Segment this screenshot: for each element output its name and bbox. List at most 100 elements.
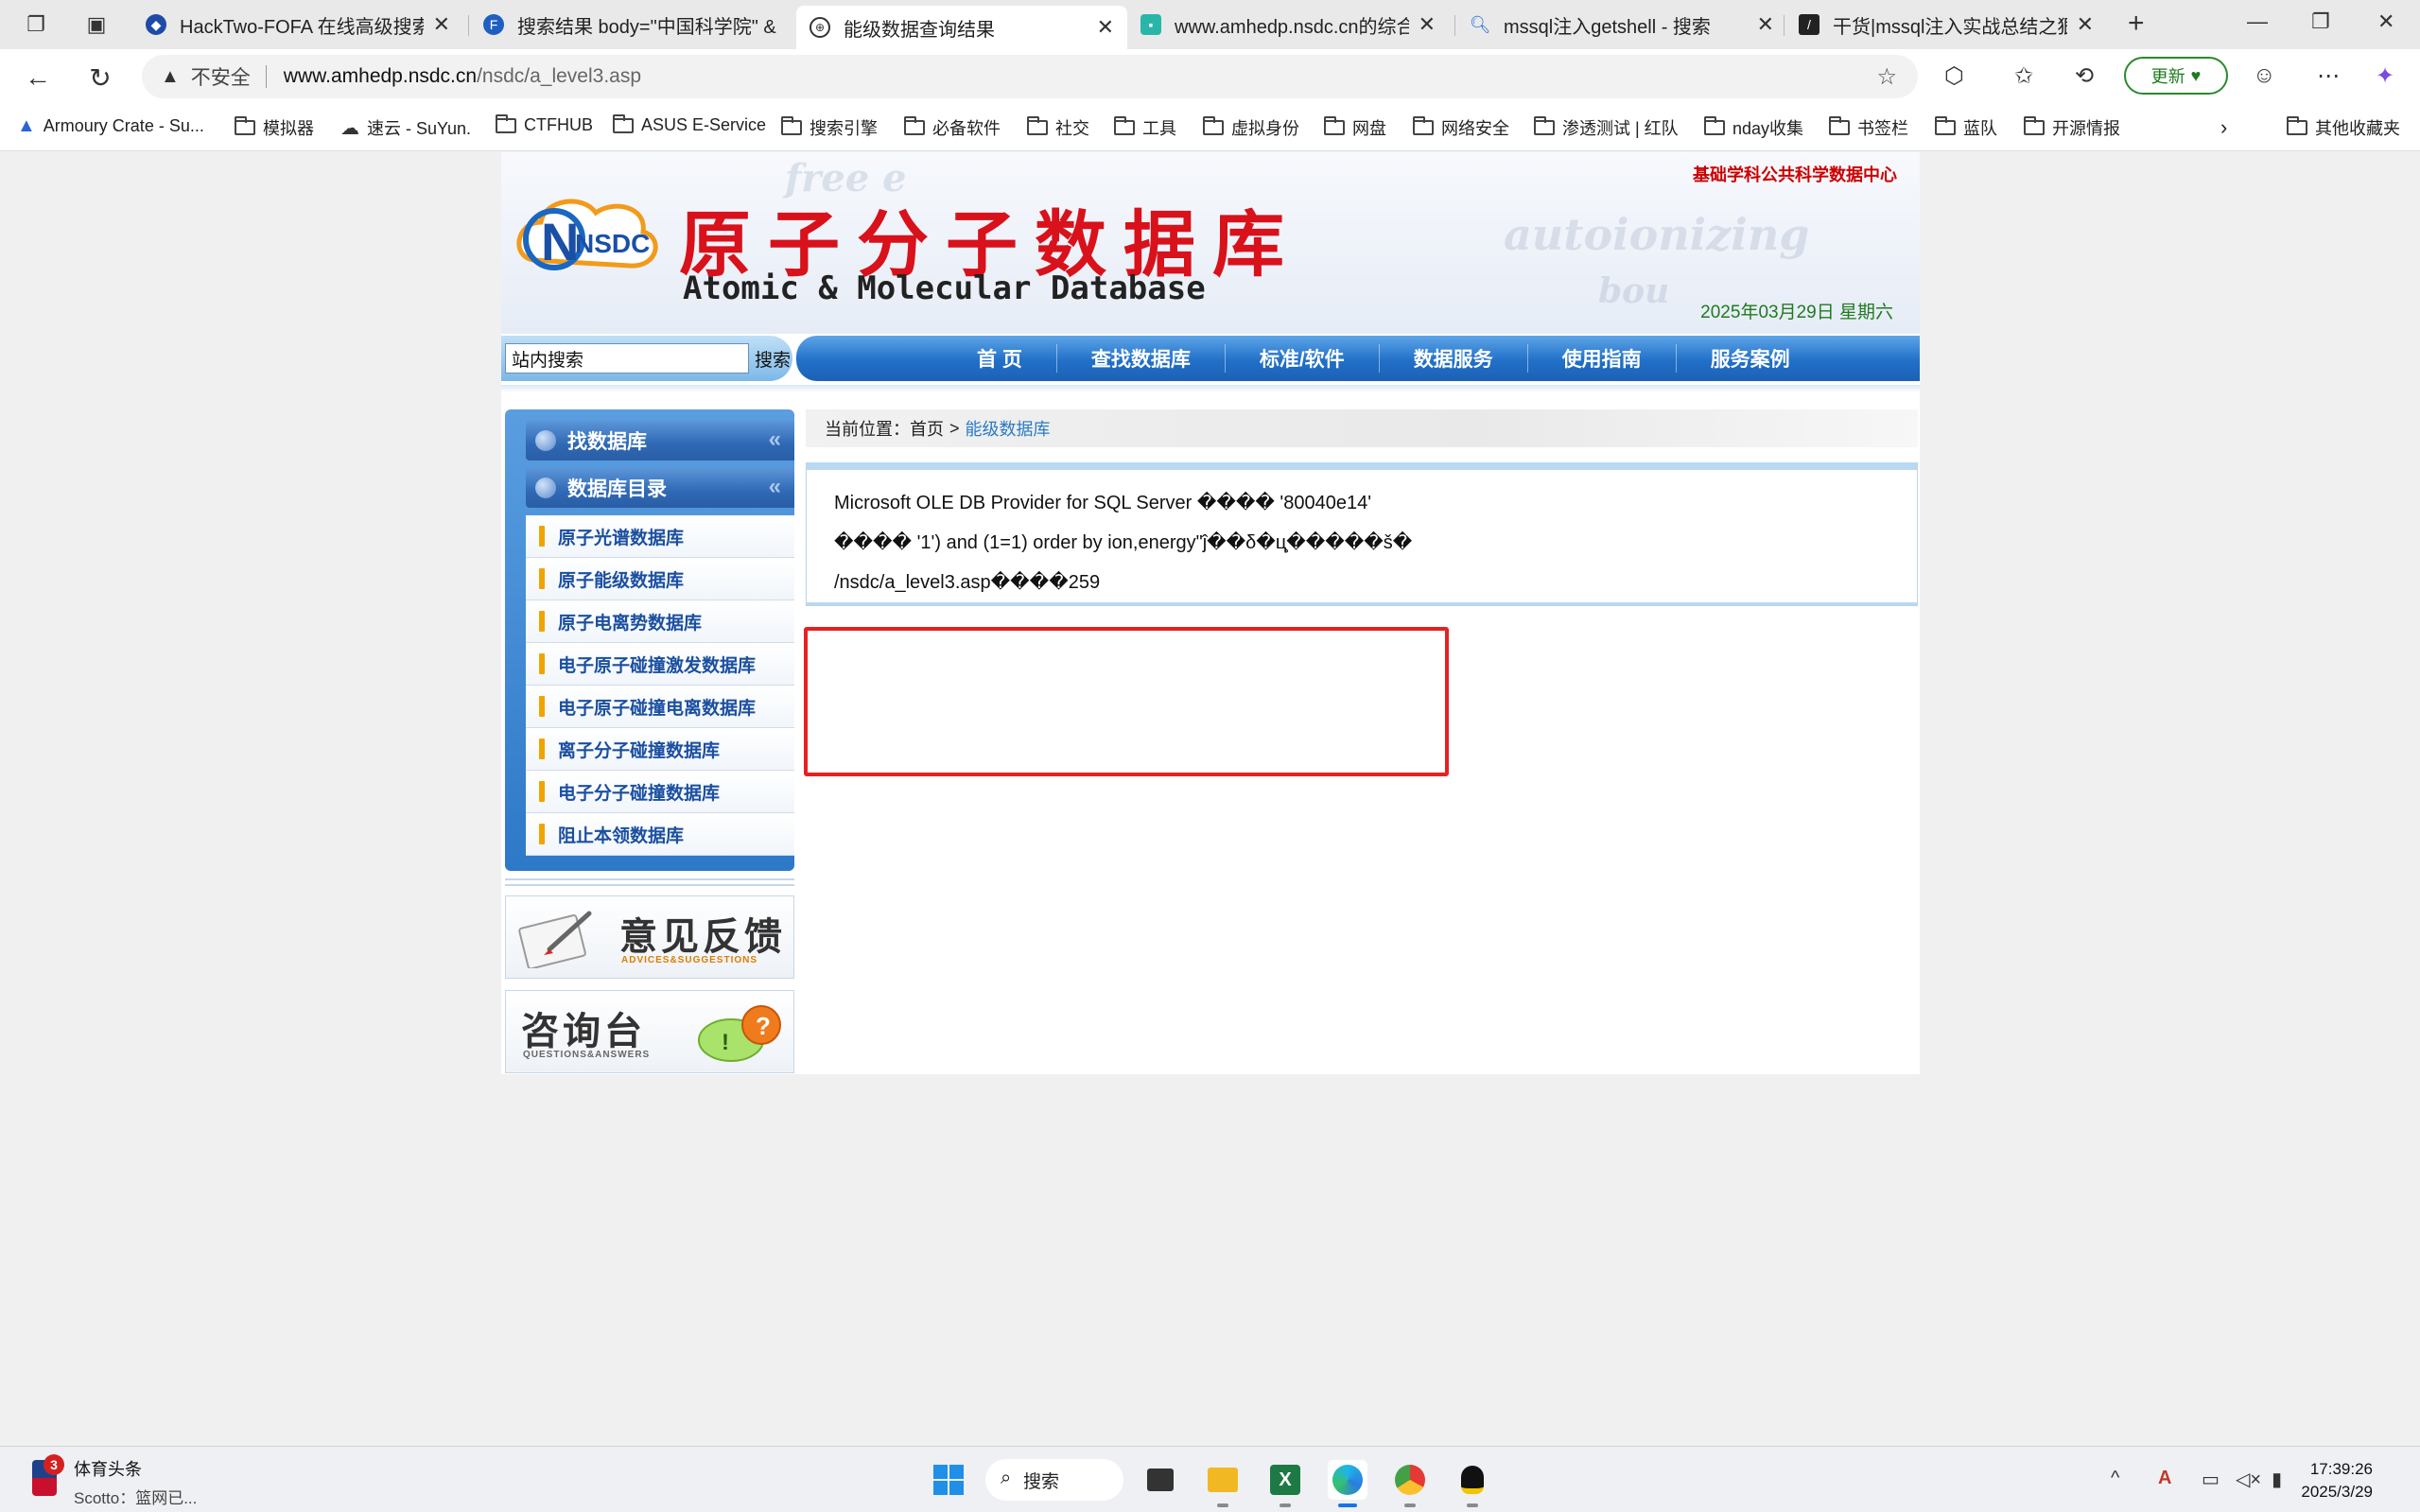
nav-data-services[interactable]: 数据服务: [1380, 344, 1528, 373]
sidebar-item-atomic-levels[interactable]: 原子能级数据库: [526, 558, 794, 600]
site-search-input[interactable]: [505, 343, 749, 374]
update-button[interactable]: 更新 ♥: [2124, 57, 2228, 95]
taskbar-explorer[interactable]: [1203, 1460, 1243, 1507]
sidebar-find-db[interactable]: 找数据库 «: [526, 421, 794, 461]
close-tab-icon[interactable]: ✕: [1757, 12, 1774, 37]
minimize-button[interactable]: —: [2247, 9, 2268, 34]
restore-button[interactable]: ❐: [2311, 9, 2330, 34]
bookmark-folder[interactable]: 渗透测试 | 红队: [1534, 115, 1679, 140]
red-highlight-box: [804, 627, 1449, 776]
folder-icon: [1208, 1468, 1238, 1492]
bookmark-folder[interactable]: 网络安全: [1413, 115, 1509, 140]
copilot-face-icon[interactable]: ☺: [2253, 62, 2276, 89]
bookmark-armoury[interactable]: ▲ Armoury Crate - Su...: [17, 115, 204, 137]
close-tab-icon[interactable]: ✕: [1097, 15, 1114, 40]
bookmark-folder[interactable]: 模拟器: [235, 115, 314, 140]
close-tab-icon[interactable]: ✕: [433, 12, 450, 37]
back-button[interactable]: ←: [19, 59, 57, 96]
network-icon[interactable]: ▭: [2202, 1468, 2220, 1491]
task-view-button[interactable]: [1140, 1460, 1180, 1500]
double-chevron-icon: «: [768, 474, 781, 499]
taskbar-qq[interactable]: [1453, 1460, 1492, 1507]
feedback-banner[interactable]: 意见反馈 ADVICES&SUGGESTIONS: [505, 895, 794, 979]
breadcrumb-home[interactable]: 首页: [910, 416, 944, 441]
bookmark-folder[interactable]: 书签栏: [1829, 115, 1908, 140]
taskbar-excel[interactable]: X: [1265, 1460, 1305, 1507]
news-widget[interactable]: 3 体育头条 Scotto：篮网已...: [32, 1454, 198, 1508]
volume-muted-icon[interactable]: ◁×: [2236, 1468, 2261, 1491]
taskbar-chrome[interactable]: [1390, 1460, 1430, 1507]
breadcrumb-current[interactable]: 能级数据库: [966, 416, 1051, 441]
sidebar-item-atomic-spectra[interactable]: 原子光谱数据库: [526, 515, 794, 558]
close-tab-icon[interactable]: ✕: [2077, 12, 2094, 37]
bookmark-folder[interactable]: 蓝队: [1935, 115, 1997, 140]
taskbar-search[interactable]: ⌕ 搜索: [985, 1459, 1123, 1501]
bookmark-folder[interactable]: CTFHUB: [496, 113, 593, 135]
new-tab-button[interactable]: +: [2128, 8, 2145, 40]
reload-button[interactable]: ↻: [81, 59, 119, 96]
favorites-icon[interactable]: ✩: [2014, 62, 2033, 90]
tab-hacktwo[interactable]: ◆ HackTwo-FOFA 在线高级搜索小 ✕: [132, 6, 463, 43]
news-subtitle: Scotto：篮网已...: [74, 1489, 198, 1507]
tab-mssql-article[interactable]: / 干货|mssql注入实战总结之狠快准 ✕: [1785, 6, 2107, 43]
tray-overflow-chevron-icon[interactable]: ^: [2111, 1468, 2119, 1489]
qa-banner[interactable]: 咨询台 QUESTIONS&ANSWERS ? !: [505, 990, 794, 1073]
bookmark-folder[interactable]: 工具: [1114, 115, 1176, 140]
bookmark-folder[interactable]: 必备软件: [904, 115, 1001, 140]
site-nav-row: 搜索 首 页 查找数据库 标准/软件 数据服务 使用指南 服务案例: [501, 334, 1920, 383]
nav-user-guide[interactable]: 使用指南: [1528, 344, 1677, 373]
bookmarks-overflow-chevron-icon[interactable]: ›: [2220, 115, 2227, 140]
sidebar-item-stopping-power[interactable]: 阻止本领数据库: [526, 813, 794, 856]
folder-icon: [2024, 116, 2045, 135]
sidebar-item-electron-molecule-collision[interactable]: 电子分子碰撞数据库: [526, 771, 794, 813]
bookmark-folder[interactable]: ASUS E-Service: [613, 113, 766, 135]
svg-text:NSDC: NSDC: [575, 229, 650, 258]
sidebar-item-electron-atom-excitation[interactable]: 电子原子碰撞激发数据库: [526, 643, 794, 686]
security-label[interactable]: 不安全: [191, 62, 251, 91]
warning-icon[interactable]: ▲: [161, 66, 180, 88]
bookmark-folder[interactable]: nday收集: [1704, 115, 1803, 140]
site-search-button[interactable]: 搜索: [755, 346, 791, 372]
close-window-button[interactable]: ✕: [2377, 9, 2394, 34]
sidebar-item-ionization-potential[interactable]: 原子电离势数据库: [526, 600, 794, 643]
battery-icon[interactable]: ▮: [2272, 1468, 2282, 1491]
nba-logo-icon: 3: [32, 1454, 64, 1496]
bookmark-other-favorites[interactable]: 其他收藏夹: [2287, 115, 2400, 140]
top-org-link[interactable]: 基础学科公共科学数据中心: [1693, 162, 1897, 186]
bookmark-suyun[interactable]: ☁ 速云 - SuYun.: [340, 115, 471, 140]
address-bar[interactable]: ▲ 不安全 www.amhedp.nsdc.cn /nsdc/a_level3.…: [142, 55, 1918, 98]
folder-icon: [1203, 116, 1224, 135]
extensions-icon[interactable]: ⬡: [1944, 62, 1964, 90]
vertical-tabs-icon[interactable]: ▣: [79, 9, 113, 40]
bookmark-folder[interactable]: 虚拟身份: [1203, 115, 1299, 140]
bookmark-folder[interactable]: 网盘: [1324, 115, 1386, 140]
tab-amhedp-overview[interactable]: ▪ www.amhedp.nsdc.cn的综合查询 ✕: [1127, 6, 1449, 43]
tab-level-query-result[interactable]: ⊕ 能级数据查询结果 ✕: [796, 6, 1127, 49]
sidebar-item-electron-atom-ionization[interactable]: 电子原子碰撞电离数据库: [526, 686, 794, 728]
sidebar-db-catalog[interactable]: 数据库目录 «: [526, 468, 794, 508]
system-clock[interactable]: 17:39:26 2025/3/29: [2301, 1458, 2373, 1503]
ime-icon[interactable]: A: [2158, 1468, 2171, 1489]
sidebar-item-ion-molecule-collision[interactable]: 离子分子碰撞数据库: [526, 728, 794, 771]
start-button[interactable]: [929, 1460, 968, 1500]
browser-toolbar: ← ↻ ▲ 不安全 www.amhedp.nsdc.cn /nsdc/a_lev…: [0, 49, 2420, 104]
bookmark-folder[interactable]: 搜索引擎: [781, 115, 878, 140]
close-tab-icon[interactable]: ✕: [1419, 12, 1436, 37]
feedback-subtitle: ADVICES&SUGGESTIONS: [621, 955, 758, 965]
bookmark-folder[interactable]: 社交: [1027, 115, 1089, 140]
bookmark-folder[interactable]: 开源情报: [2024, 115, 2120, 140]
nav-find-database[interactable]: 查找数据库: [1057, 344, 1226, 373]
nsdc-logo[interactable]: N NSDC: [516, 190, 658, 273]
tab-fofa-results[interactable]: F 搜索结果 body="中国科学院" &: [470, 6, 796, 43]
nav-home[interactable]: 首 页: [943, 344, 1057, 373]
nav-service-cases[interactable]: 服务案例: [1677, 344, 1824, 373]
taskbar-edge[interactable]: [1328, 1460, 1367, 1507]
tab-mssql-search[interactable]: 🔍︎ mssql注入getshell - 搜索 ✕: [1456, 6, 1787, 43]
clock-date: 2025/3/29: [2301, 1483, 2373, 1501]
history-icon[interactable]: ⟲: [2075, 62, 2094, 90]
more-menu-icon[interactable]: ⋯: [2317, 62, 2340, 90]
workspaces-icon[interactable]: ❐: [19, 9, 53, 40]
nav-standards-software[interactable]: 标准/软件: [1226, 344, 1380, 373]
favorite-star-icon[interactable]: ☆: [1876, 63, 1897, 91]
copilot-icon[interactable]: ✦: [2376, 62, 2394, 90]
